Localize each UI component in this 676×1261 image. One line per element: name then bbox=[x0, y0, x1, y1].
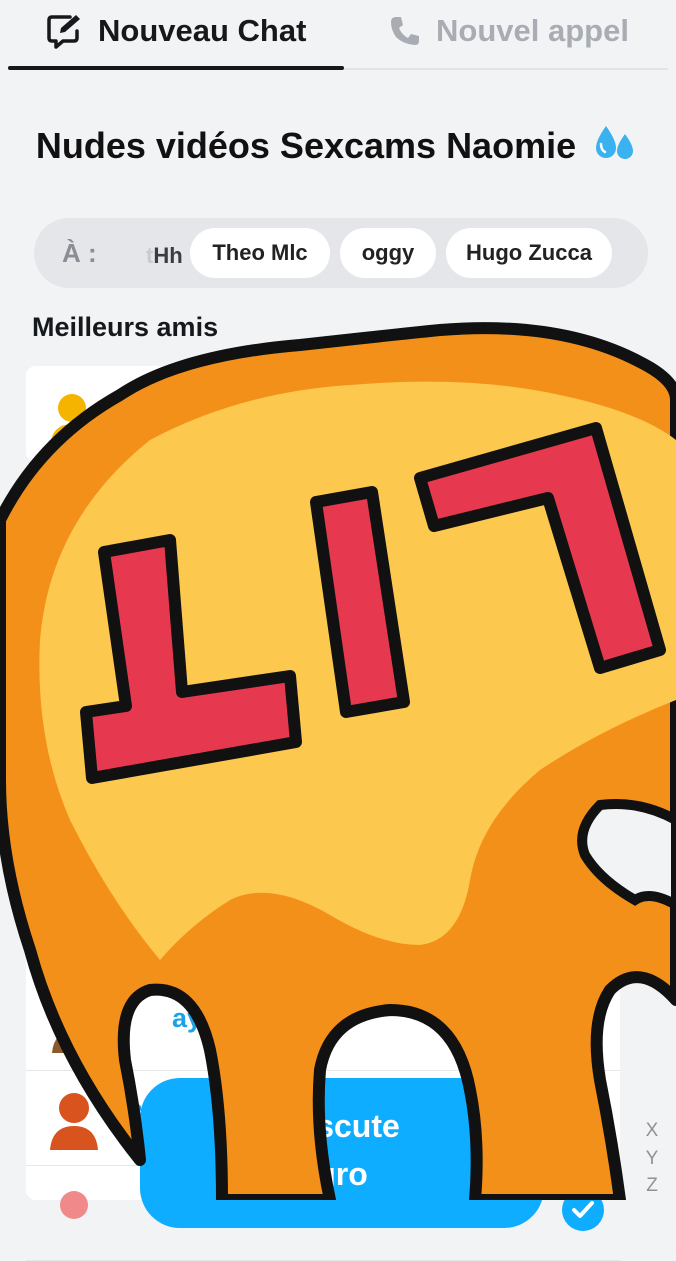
avatar bbox=[48, 997, 100, 1058]
index-letter[interactable]: X bbox=[640, 1117, 664, 1145]
tab-new-chat-label: Nouveau Chat bbox=[98, 13, 307, 48]
compose-icon bbox=[46, 13, 84, 49]
index-letter[interactable]: Q bbox=[640, 924, 664, 952]
group-chat-button-line1: Discute bbox=[284, 1108, 400, 1144]
avatar bbox=[48, 1090, 100, 1155]
avatar bbox=[48, 390, 96, 451]
recipient-search-input[interactable]: tHh bbox=[146, 243, 183, 269]
checkmark-icon[interactable] bbox=[562, 1189, 604, 1231]
tab-bar: Nouveau Chat Nouvel appel bbox=[0, 0, 676, 72]
letter-t bbox=[80, 534, 302, 784]
letter-i bbox=[310, 486, 410, 718]
best-friends-heading: Meilleurs amis bbox=[32, 312, 219, 342]
tab-new-chat[interactable]: Nouveau Chat bbox=[46, 0, 306, 62]
recipient-chip[interactable]: Theo Mlc bbox=[190, 228, 330, 278]
tab-new-call[interactable]: Nouvel appel bbox=[388, 0, 629, 62]
recipient-chip[interactable]: oggy bbox=[340, 228, 436, 278]
alphabet-index[interactable]: M N O P Q R X Y Z bbox=[640, 814, 664, 1200]
sweat-droplets-icon bbox=[592, 124, 640, 173]
recipient-chip[interactable]: Hugo Zucca bbox=[446, 228, 612, 278]
best-friends-list: Bi bbox=[26, 366, 326, 462]
index-letter[interactable]: M bbox=[640, 814, 664, 842]
index-letter[interactable]: R bbox=[640, 952, 664, 980]
phone-icon bbox=[388, 14, 422, 48]
list-item[interactable]: ay bbox=[26, 975, 620, 1071]
group-name-title[interactable]: Nudes vidéos Sexcams Naomie bbox=[0, 124, 676, 173]
index-letter[interactable]: P bbox=[640, 897, 664, 925]
index-letter[interactable]: N bbox=[640, 842, 664, 870]
flame-inner-shape bbox=[39, 381, 676, 961]
index-letter[interactable]: Y bbox=[640, 1145, 664, 1173]
letter-l bbox=[414, 422, 666, 674]
group-chat-button[interactable]: Discute gro bbox=[140, 1078, 544, 1228]
avatar bbox=[48, 1187, 100, 1232]
lit-letters bbox=[80, 422, 666, 784]
index-letter[interactable]: O bbox=[640, 869, 664, 897]
recipients-bar[interactable]: À : tHh Theo Mlc oggy Hugo Zucca bbox=[34, 218, 648, 288]
to-label: À : bbox=[62, 238, 97, 268]
tab-new-call-label: Nouvel appel bbox=[436, 13, 629, 48]
index-letter[interactable]: Z bbox=[640, 1172, 664, 1200]
group-name: Nudes vidéos Sexcams Naomie bbox=[35, 125, 577, 167]
active-tab-indicator bbox=[8, 66, 344, 70]
friend-name: ay bbox=[172, 1003, 203, 1033]
group-chat-button-line2: gro bbox=[316, 1156, 368, 1192]
list-item[interactable]: Bi bbox=[26, 366, 326, 462]
friend-name: Bi bbox=[124, 380, 151, 410]
checkmark-icon[interactable] bbox=[562, 1096, 604, 1138]
